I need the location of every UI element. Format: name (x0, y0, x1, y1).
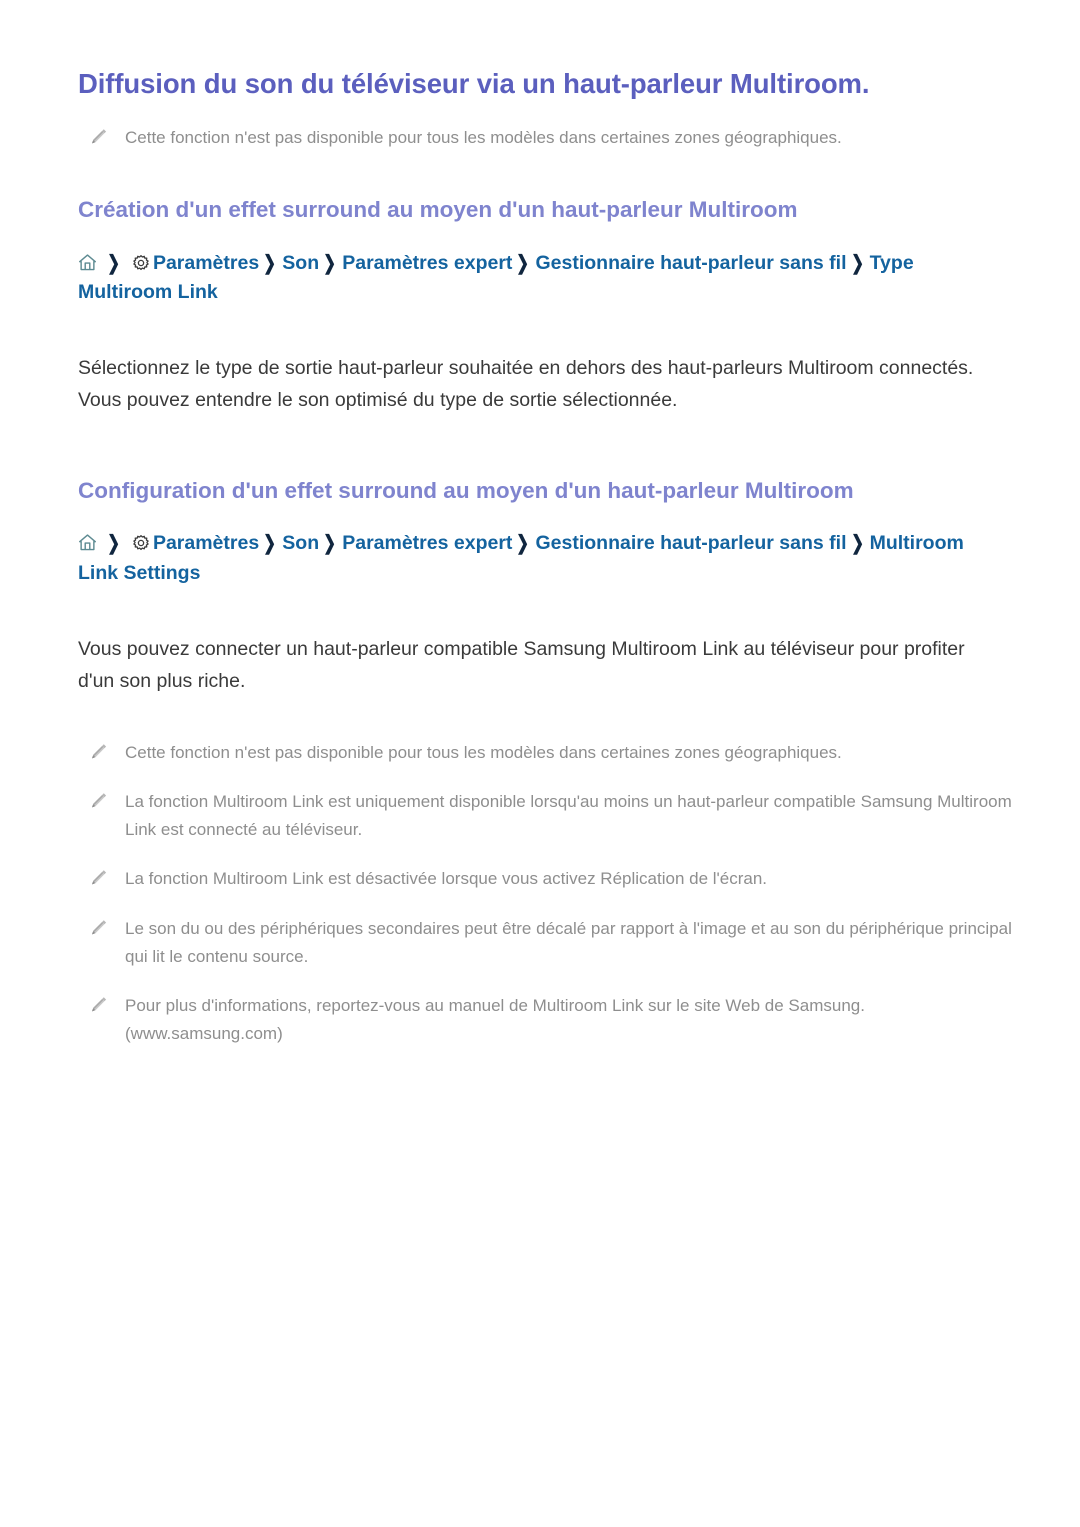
breadcrumb-item-expert-settings[interactable]: Paramètres expert (342, 532, 512, 554)
breadcrumb-item-wireless-speaker-manager[interactable]: Gestionnaire haut-parleur sans fil (536, 252, 847, 274)
list-item: Pour plus d'informations, reportez-vous … (78, 992, 1020, 1047)
pencil-icon (88, 126, 110, 148)
breadcrumb-item-expert-settings[interactable]: Paramètres expert (342, 252, 512, 274)
section-heading-2: Configuration d'un effet surround au moy… (78, 478, 854, 504)
breadcrumb-separator-icon: ❯ (263, 251, 277, 274)
breadcrumb-separator-icon: ❯ (850, 251, 864, 274)
note-text: Cette fonction n'est pas disponible pour… (125, 127, 842, 147)
section-2-paragraph: Vous pouvez connecter un haut-parleur co… (78, 638, 965, 692)
help-page: Diffusion du son du téléviseur via un ha… (0, 0, 1080, 1047)
gear-icon[interactable] (132, 534, 150, 552)
note-text: La fonction Multiroom Link est désactivé… (125, 869, 768, 889)
breadcrumb-separator-icon: ❯ (323, 251, 337, 274)
breadcrumb-separator-icon: ❯ (850, 532, 864, 555)
note-text: Le son du ou des périphériques secondair… (125, 918, 1012, 966)
page-title: Diffusion du son du téléviseur via un ha… (78, 68, 870, 99)
breadcrumb-separator-icon: ❯ (107, 532, 121, 555)
breadcrumb-2: ❯ Paramètres ❯ Son ❯ Paramètres expert ❯ Gesti… (78, 506, 998, 588)
section-2-note-list: Cette fonction n'est pas disponible pour… (78, 717, 1020, 1047)
breadcrumb-separator-icon: ❯ (516, 251, 530, 274)
home-icon[interactable] (78, 253, 97, 272)
breadcrumb-separator-icon: ❯ (516, 532, 530, 555)
intro-note-list: Cette fonction n'est pas disponible pour… (78, 102, 1020, 152)
list-item: Cette fonction n'est pas disponible pour… (78, 739, 1020, 767)
breadcrumb-item-sound[interactable]: Son (282, 252, 319, 274)
note-text: Pour plus d'informations, reportez-vous … (125, 996, 865, 1043)
breadcrumb-item-sound[interactable]: Son (282, 532, 319, 554)
list-item: Le son du ou des périphériques secondair… (78, 915, 1020, 970)
section-1-paragraph: Sélectionnez le type de sortie haut-parl… (78, 357, 974, 411)
breadcrumb-item-settings[interactable]: Paramètres (153, 532, 259, 554)
breadcrumb-separator-icon: ❯ (107, 251, 121, 274)
pencil-icon (88, 917, 110, 939)
pencil-icon (88, 741, 110, 763)
list-item: La fonction Multiroom Link est uniquemen… (78, 788, 1020, 843)
gear-icon[interactable] (132, 254, 150, 272)
pencil-icon (88, 994, 110, 1016)
note-text: Cette fonction n'est pas disponible pour… (125, 742, 842, 762)
list-item: La fonction Multiroom Link est désactivé… (78, 865, 1020, 893)
list-item: Cette fonction n'est pas disponible pour… (78, 124, 1020, 152)
breadcrumb-item-wireless-speaker-manager[interactable]: Gestionnaire haut-parleur sans fil (536, 532, 847, 554)
section-heading-1: Création d'un effet surround au moyen d'… (78, 197, 798, 223)
breadcrumb-item-settings[interactable]: Paramètres (153, 252, 259, 274)
breadcrumb-separator-icon: ❯ (263, 532, 277, 555)
breadcrumb-separator-icon: ❯ (323, 532, 337, 555)
pencil-icon (88, 867, 110, 889)
pencil-icon (88, 790, 110, 812)
note-text: La fonction Multiroom Link est uniquemen… (125, 792, 1012, 839)
home-icon[interactable] (78, 533, 97, 552)
breadcrumb-1: ❯ Paramètres ❯ Son ❯ Paramètres expert ❯ Gesti… (78, 226, 998, 308)
